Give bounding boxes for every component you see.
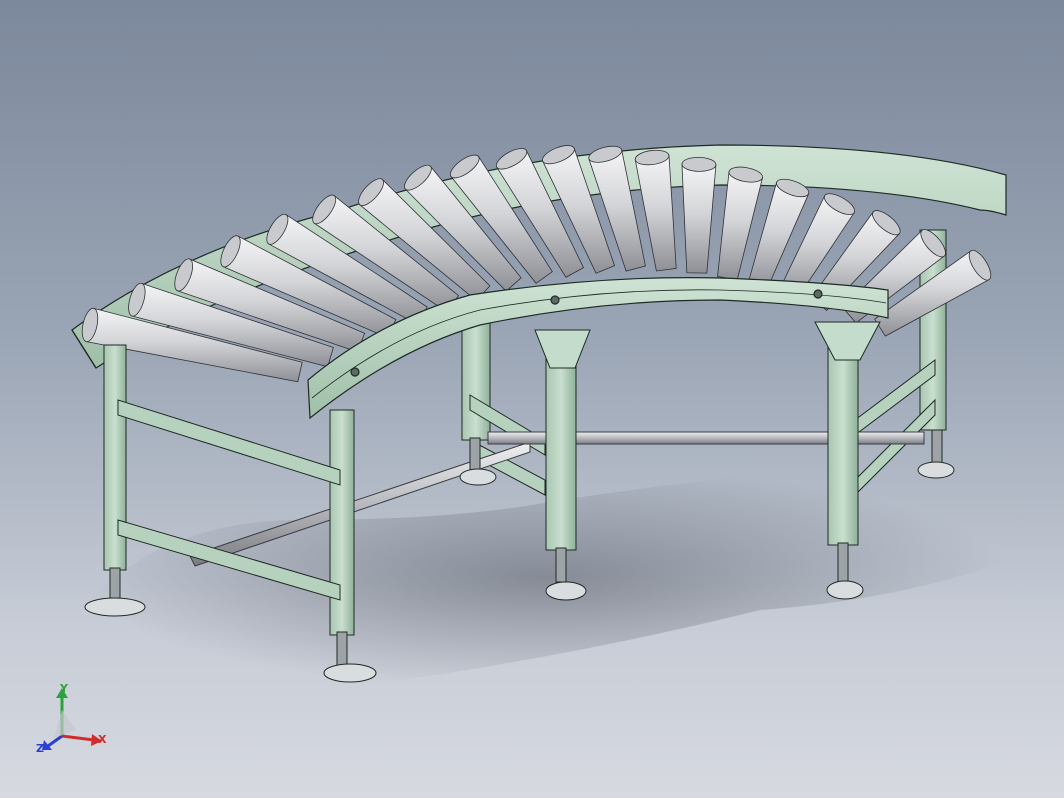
cad-viewport[interactable]: Y X Z (0, 0, 1064, 798)
roller (681, 163, 717, 274)
floor-shadow (80, 465, 1010, 690)
z-axis-label: Z (36, 742, 44, 755)
conveyor-model[interactable] (0, 0, 1064, 798)
roller-end-cap (681, 156, 717, 172)
x-axis-label: X (98, 733, 107, 746)
x-axis-arrow (61, 734, 95, 742)
orientation-triad[interactable]: Y X Z (32, 680, 142, 770)
y-axis-label: Y (59, 682, 69, 695)
